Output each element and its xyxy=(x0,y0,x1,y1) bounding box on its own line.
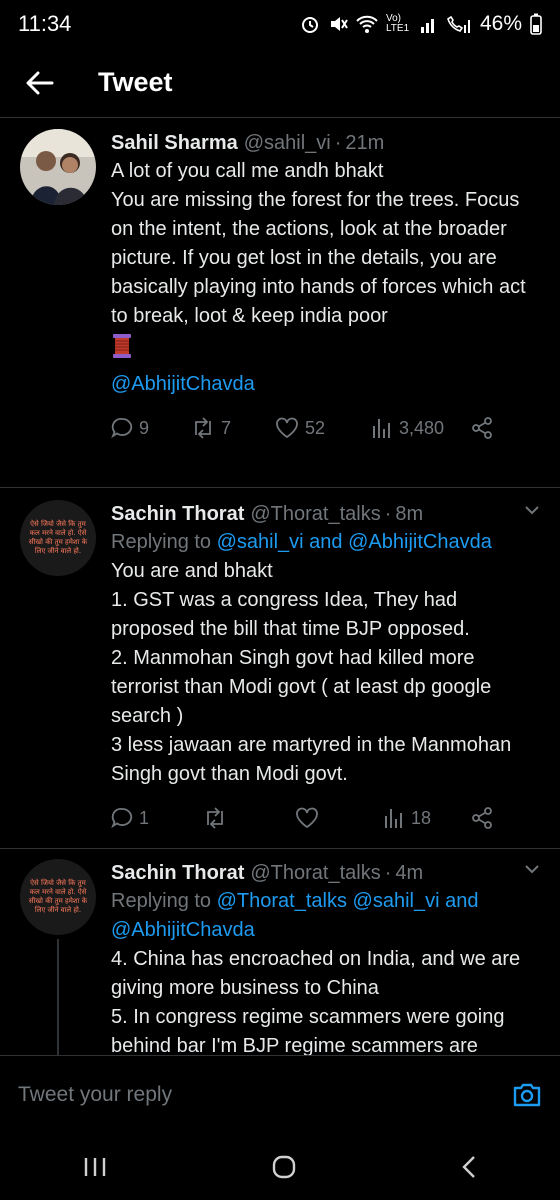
avatar-quote-text: ऐसे जियो जैसे कि तुम कल मरने वाले हो. ऐस… xyxy=(28,879,88,914)
arrow-left-icon xyxy=(26,71,54,94)
retweet-count: 7 xyxy=(221,417,232,438)
tweet-line: 3 less jawaan are martyred in the Manmoh… xyxy=(111,734,512,785)
tweet-line: 5. In congress regime scammers were goin… xyxy=(111,1006,505,1055)
more-chevron-icon[interactable] xyxy=(524,863,540,875)
retweet-icon xyxy=(195,417,211,439)
thread-spool-icon xyxy=(113,334,131,358)
tweet-line: A lot of you call me andh bhakt xyxy=(111,160,384,182)
tweet-time: 21m xyxy=(345,132,385,154)
page-title: Tweet xyxy=(98,67,173,97)
display-name[interactable]: Sahil Sharma xyxy=(111,129,238,157)
views-icon xyxy=(373,419,390,438)
like-button[interactable]: 52 xyxy=(275,417,371,439)
avatar[interactable]: ऐसे जियो जैसे कि तुम कल मरने वाले हो. ऐस… xyxy=(20,859,96,935)
replying-to: Replying to @Thorat_talks @sahil_vi and … xyxy=(111,887,540,945)
tweet-time: 4m xyxy=(395,862,424,884)
avatar[interactable]: ऐसे जियो जैसे कि तुम कल मरने वाले हो. ऐस… xyxy=(20,500,96,576)
tweet-line: You are and bhakt xyxy=(111,560,273,582)
tweet-thread[interactable]: Sahil Sharma @sahil_vi · 21m A lot of yo… xyxy=(0,119,560,1055)
replying-to: Replying to @sahil_vi and @AbhijitChavda xyxy=(111,528,540,557)
reply-button[interactable]: 9 xyxy=(111,417,191,439)
views-icon xyxy=(385,809,402,828)
status-time: 11:34 xyxy=(18,11,72,36)
status-icons: Vo) LTE1 46% xyxy=(300,12,542,36)
retweet-icon xyxy=(207,807,223,829)
back-button[interactable] xyxy=(10,53,70,113)
tweet-header: Sachin Thorat @Thorat_talks · 8m xyxy=(111,500,540,528)
mention-link[interactable]: @AbhijitChavda xyxy=(111,370,540,399)
views-button[interactable]: 18 xyxy=(383,807,471,829)
reply-tweet[interactable]: ऐसे जियो जैसे कि तुम कल मरने वाले हो. ऐस… xyxy=(0,849,560,1055)
tweet-text: 4. China has encroached on India, and we… xyxy=(111,945,540,1055)
avatar-quote-text: ऐसे जियो जैसे कि तुम कल मरने वाले हो. ऐस… xyxy=(28,520,88,555)
tweet-line: 4. China has encroached on India, and we… xyxy=(111,948,521,999)
replying-to-label: Replying to xyxy=(111,890,212,912)
signal-icon xyxy=(420,19,434,33)
user-handle[interactable]: @Thorat_talks xyxy=(250,859,380,887)
recent-apps-icon[interactable] xyxy=(82,1156,108,1178)
mute-icon xyxy=(330,17,348,31)
share-icon xyxy=(472,807,492,829)
heart-icon xyxy=(296,807,318,829)
camera-icon[interactable] xyxy=(512,1082,542,1108)
top-app-bar: Tweet xyxy=(0,48,560,118)
separator-dot: · xyxy=(384,503,392,525)
alarm-icon xyxy=(301,17,318,33)
more-chevron-icon[interactable] xyxy=(524,504,540,516)
tweet-main[interactable]: Sahil Sharma @sahil_vi · 21m A lot of yo… xyxy=(0,119,560,488)
view-count: 3,480 xyxy=(399,417,445,438)
reply-count: 9 xyxy=(139,417,150,438)
reply-icon xyxy=(111,418,133,439)
view-count: 18 xyxy=(411,807,432,828)
reply-composer[interactable]: Tweet your reply xyxy=(0,1055,560,1133)
reply-input[interactable]: Tweet your reply xyxy=(18,1083,172,1107)
avatar[interactable] xyxy=(20,129,96,205)
like-button[interactable] xyxy=(295,807,383,829)
tweet-line: 2. Manmohan Singh govt had killed more t… xyxy=(111,647,492,727)
retweet-button[interactable] xyxy=(203,807,295,829)
tweet-line: You are missing the forest for the trees… xyxy=(111,189,526,327)
tweet-line: 1. GST was a congress Idea, They had pro… xyxy=(111,589,470,640)
system-nav-bar xyxy=(0,1133,560,1200)
replying-to-label: Replying to xyxy=(111,531,212,553)
share-button[interactable] xyxy=(471,807,493,829)
retweet-button[interactable]: 7 xyxy=(191,417,275,439)
back-nav-icon[interactable] xyxy=(460,1154,478,1180)
user-handle[interactable]: @sahil_vi xyxy=(244,129,331,157)
reply-tweet[interactable]: ऐसे जियो जैसे कि तुम कल मरने वाले हो. ऐस… xyxy=(0,488,560,849)
separator-dot: · xyxy=(384,862,392,884)
call-signal-icon xyxy=(447,15,470,33)
tweet-header: Sahil Sharma @sahil_vi · 21m xyxy=(111,129,540,157)
reply-icon xyxy=(111,808,133,829)
replying-to-mentions[interactable]: @sahil_vi and @AbhijitChavda xyxy=(217,531,492,553)
like-count: 52 xyxy=(305,417,326,438)
tweet-header: Sachin Thorat @Thorat_talks · 4m xyxy=(111,859,540,887)
battery-level: 46% xyxy=(479,12,522,35)
tweet-actions: 9 7 52 3,480 xyxy=(111,413,540,443)
reply-count: 1 xyxy=(139,807,150,828)
reply-button[interactable]: 1 xyxy=(111,807,203,829)
wifi-icon xyxy=(356,15,378,33)
thread-line xyxy=(57,939,59,1055)
battery-icon xyxy=(530,13,542,35)
share-icon xyxy=(472,417,492,439)
tweet-actions: 1 18 xyxy=(111,803,540,833)
separator-dot: · xyxy=(334,132,342,154)
display-name[interactable]: Sachin Thorat xyxy=(111,859,244,887)
display-name[interactable]: Sachin Thorat xyxy=(111,500,244,528)
views-button[interactable]: 3,480 xyxy=(371,417,471,439)
status-bar: 11:34 Vo) LTE1 46% xyxy=(0,0,560,48)
home-icon[interactable] xyxy=(271,1154,297,1180)
user-handle[interactable]: @Thorat_talks xyxy=(250,500,380,528)
heart-icon xyxy=(276,417,298,439)
tweet-time: 8m xyxy=(395,503,424,525)
tweet-text: You are and bhakt 1. GST was a congress … xyxy=(111,557,540,789)
network-label: Vo) LTE1 xyxy=(385,13,410,34)
share-button[interactable] xyxy=(471,417,493,439)
tweet-text: A lot of you call me andh bhakt You are … xyxy=(111,157,540,399)
